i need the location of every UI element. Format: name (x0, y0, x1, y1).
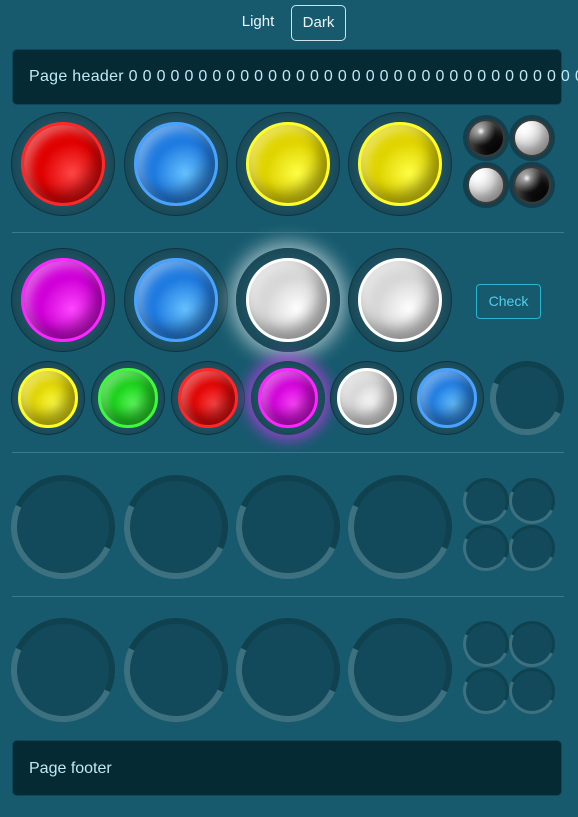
guess-slot[interactable] (109, 603, 243, 737)
feedback-peg (463, 162, 509, 208)
guess-slot[interactable] (333, 603, 467, 737)
blue-peg-icon (134, 258, 218, 342)
palette-peg[interactable] (251, 361, 325, 435)
feedback-peg (502, 518, 562, 578)
magenta-peg-icon (21, 258, 105, 342)
guess-slot[interactable] (11, 248, 115, 352)
guess-slot[interactable] (348, 248, 452, 352)
feedback-peg (502, 614, 562, 674)
feedback-peg (509, 115, 555, 161)
guess-slot[interactable] (221, 460, 355, 594)
light-theme-button[interactable]: Light (236, 5, 280, 39)
red-peg-icon (21, 122, 105, 206)
blue-peg-icon (134, 122, 218, 206)
guess-slot[interactable] (0, 460, 130, 594)
magenta-peg-icon (258, 368, 318, 428)
feedback-peg (456, 661, 516, 721)
feedback-peg (509, 162, 555, 208)
yellow-peg-icon (246, 122, 330, 206)
palette-peg[interactable] (11, 361, 85, 435)
dark-theme-button[interactable]: Dark (291, 5, 346, 41)
guess-slot[interactable] (236, 112, 340, 216)
page-header-text: Page header 0 0 0 0 0 0 0 0 0 0 0 0 0 0 … (29, 68, 578, 85)
page-footer: Page footer (12, 740, 562, 796)
guess-slot[interactable] (0, 603, 130, 737)
palette-peg[interactable] (330, 361, 404, 435)
feedback-peg (456, 518, 516, 578)
guess-slot[interactable] (124, 112, 228, 216)
palette-peg[interactable] (479, 350, 575, 446)
feedback-peg (502, 471, 562, 531)
white-peg-icon (358, 258, 442, 342)
palette-peg[interactable] (91, 361, 165, 435)
row-divider (12, 596, 564, 597)
guess-slot[interactable] (221, 603, 355, 737)
blue-peg-icon (417, 368, 477, 428)
guess-slot[interactable] (109, 460, 243, 594)
guess-slot[interactable] (333, 460, 467, 594)
page-footer-text: Page footer (29, 760, 112, 777)
black-feedback-icon (513, 166, 551, 204)
black-feedback-icon (467, 119, 505, 157)
guess-slot[interactable] (11, 112, 115, 216)
row-divider (12, 452, 564, 453)
feedback-peg (456, 471, 516, 531)
white-peg-icon (337, 368, 397, 428)
page-header: Page header 0 0 0 0 0 0 0 0 0 0 0 0 0 0 … (12, 49, 578, 105)
yellow-peg-icon (18, 368, 78, 428)
guess-slot[interactable] (236, 248, 340, 352)
palette-peg[interactable] (171, 361, 245, 435)
white-feedback-icon (467, 166, 505, 204)
palette-peg[interactable] (410, 361, 484, 435)
guess-slot[interactable] (124, 248, 228, 352)
feedback-peg (502, 661, 562, 721)
check-button[interactable]: Check (476, 284, 541, 319)
white-feedback-icon (513, 119, 551, 157)
feedback-peg (456, 614, 516, 674)
row-divider (12, 232, 564, 233)
red-peg-icon (178, 368, 238, 428)
white-peg-icon (246, 258, 330, 342)
feedback-peg (463, 115, 509, 161)
green-peg-icon (98, 368, 158, 428)
yellow-peg-icon (358, 122, 442, 206)
theme-toggle: Light Dark (0, 5, 578, 41)
guess-slot[interactable] (348, 112, 452, 216)
